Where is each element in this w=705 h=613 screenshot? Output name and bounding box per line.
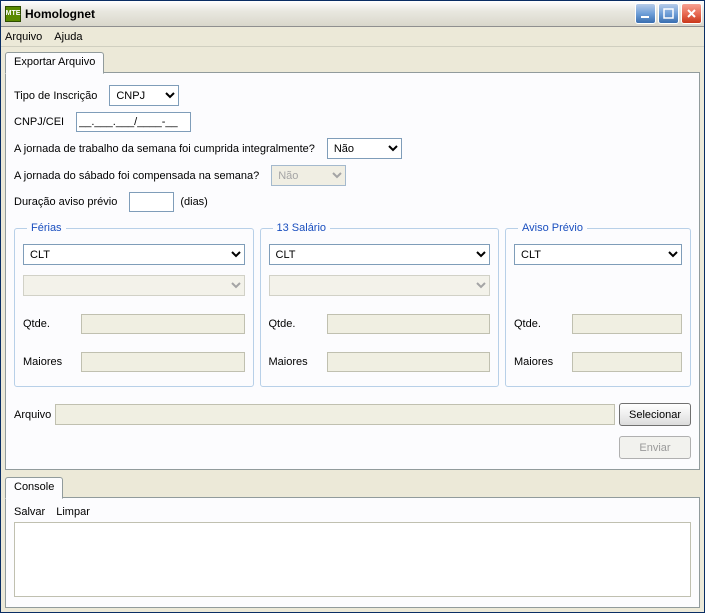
decimo-qtde-row: Qtde. xyxy=(269,314,491,334)
ferias-qtde-label: Qtde. xyxy=(23,318,73,330)
maximize-button[interactable] xyxy=(658,3,679,24)
cnpj-cei-input[interactable] xyxy=(76,112,191,132)
menu-arquivo[interactable]: Arquivo xyxy=(5,31,42,43)
ferias-maiores-label: Maiores xyxy=(23,356,73,368)
ferias-maiores-row: Maiores xyxy=(23,352,245,372)
ferias-sub-select xyxy=(23,275,245,296)
enviar-button: Enviar xyxy=(619,436,691,459)
group-aviso-legend: Aviso Prévio xyxy=(518,222,587,234)
row-cnpj-cei: CNPJ/CEI xyxy=(14,112,691,132)
action-row: Enviar xyxy=(14,436,691,459)
decimo-maiores-label: Maiores xyxy=(269,356,319,368)
aviso-qtde-value xyxy=(572,314,682,334)
console-salvar[interactable]: Salvar xyxy=(14,506,45,518)
aviso-maiores-row: Maiores xyxy=(514,352,682,372)
row-jornada-semana: A jornada de trabalho da semana foi cump… xyxy=(14,138,691,159)
client-area: Exportar Arquivo Tipo de Inscrição CNPJ … xyxy=(1,47,704,612)
window-controls xyxy=(635,3,702,24)
ferias-qtde-row: Qtde. xyxy=(23,314,245,334)
aviso-qtde-label: Qtde. xyxy=(514,318,564,330)
app-window: MTE Homolognet Arquivo Ajuda Exportar Ar… xyxy=(0,0,705,613)
selecionar-button[interactable]: Selecionar xyxy=(619,403,691,426)
tipo-inscricao-label: Tipo de Inscrição xyxy=(14,90,97,102)
decimo-regime-select[interactable]: CLT xyxy=(269,244,491,265)
app-icon: MTE xyxy=(5,6,21,22)
ferias-maiores-value xyxy=(81,352,245,372)
ferias-qtde-value xyxy=(81,314,245,334)
jornada-semana-label: A jornada de trabalho da semana foi cump… xyxy=(14,143,315,155)
duracao-aviso-suffix: (dias) xyxy=(180,196,208,208)
decimo-qtde-label: Qtde. xyxy=(269,318,319,330)
decimo-qtde-value xyxy=(327,314,491,334)
group-ferias-legend: Férias xyxy=(27,222,66,234)
group-decimo-legend: 13 Salário xyxy=(273,222,331,234)
console-tab-strip: Console xyxy=(5,476,700,498)
close-button[interactable] xyxy=(681,3,702,24)
exportar-panel: Tipo de Inscrição CNPJ CNPJ/CEI A jornad… xyxy=(5,72,700,470)
cnpj-cei-label: CNPJ/CEI xyxy=(14,116,64,128)
tab-exportar-arquivo[interactable]: Exportar Arquivo xyxy=(5,52,104,74)
tipo-inscricao-select[interactable]: CNPJ xyxy=(109,85,179,106)
group-row: Férias CLT Qtde. Maiores xyxy=(14,222,691,387)
window-title: Homolognet xyxy=(25,7,95,21)
jornada-sabado-select: Não xyxy=(271,165,346,186)
decimo-sub-select xyxy=(269,275,491,296)
group-aviso-previo: Aviso Prévio CLT Qtde. Maiores xyxy=(505,222,691,387)
decimo-maiores-value xyxy=(327,352,491,372)
menu-ajuda[interactable]: Ajuda xyxy=(54,31,82,43)
console-output[interactable] xyxy=(14,522,691,597)
row-jornada-sabado: A jornada do sábado foi compensada na se… xyxy=(14,165,691,186)
duracao-aviso-label: Duração aviso prévio xyxy=(14,196,117,208)
console-panel: Salvar Limpar xyxy=(5,497,700,608)
console-container: Console Salvar Limpar xyxy=(5,476,700,608)
duracao-aviso-input[interactable] xyxy=(129,192,174,212)
group-ferias: Férias CLT Qtde. Maiores xyxy=(14,222,254,387)
minimize-button[interactable] xyxy=(635,3,656,24)
tab-console[interactable]: Console xyxy=(5,477,63,499)
menu-bar: Arquivo Ajuda xyxy=(1,27,704,47)
arquivo-path xyxy=(55,404,615,425)
aviso-maiores-value xyxy=(572,352,682,372)
group-decimo-terceiro: 13 Salário CLT Qtde. Maiores xyxy=(260,222,500,387)
console-actions: Salvar Limpar xyxy=(14,506,691,518)
jornada-sabado-label: A jornada do sábado foi compensada na se… xyxy=(14,170,259,182)
aviso-maiores-label: Maiores xyxy=(514,356,564,368)
aviso-regime-select[interactable]: CLT xyxy=(514,244,682,265)
console-limpar[interactable]: Limpar xyxy=(56,506,90,518)
ferias-regime-select[interactable]: CLT xyxy=(23,244,245,265)
arquivo-row: Arquivo Selecionar xyxy=(14,403,691,426)
row-duracao-aviso: Duração aviso prévio (dias) xyxy=(14,192,691,212)
title-bar: MTE Homolognet xyxy=(1,1,704,27)
jornada-semana-select[interactable]: Não xyxy=(327,138,402,159)
arquivo-label: Arquivo xyxy=(14,409,51,421)
main-tab-strip: Exportar Arquivo xyxy=(5,51,700,73)
row-tipo-inscricao: Tipo de Inscrição CNPJ xyxy=(14,85,691,106)
aviso-qtde-row: Qtde. xyxy=(514,314,682,334)
decimo-maiores-row: Maiores xyxy=(269,352,491,372)
